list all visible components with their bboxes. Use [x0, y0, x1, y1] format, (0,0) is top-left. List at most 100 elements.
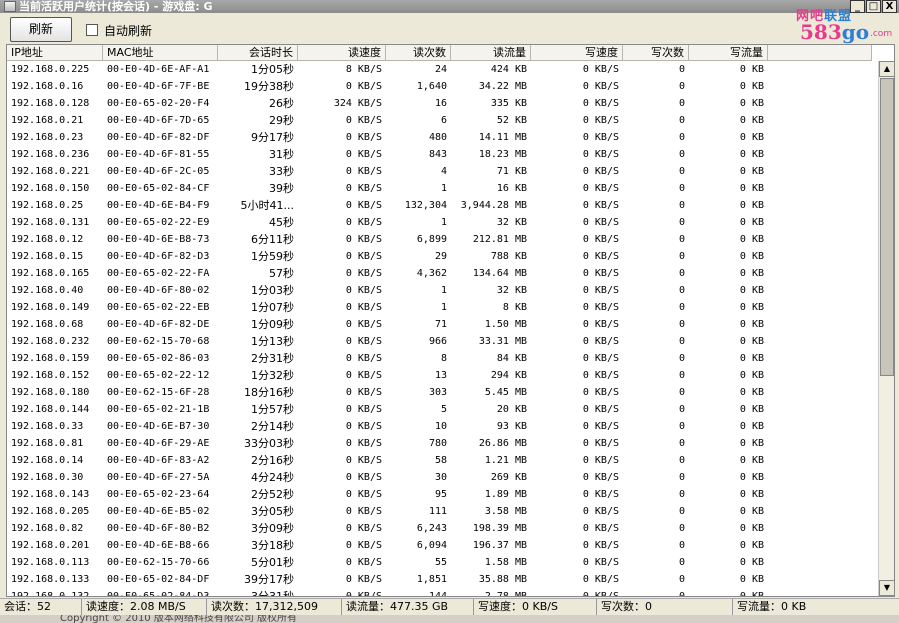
auto-refresh-option[interactable]: 自动刷新	[86, 23, 152, 38]
table-cell: 0 KB	[739, 523, 764, 534]
table-cell: 192.168.0.236	[11, 149, 90, 160]
column-header[interactable]: 读次数	[386, 45, 451, 61]
scroll-up-icon[interactable]: ▲	[879, 61, 894, 77]
table-cell: 0	[678, 132, 685, 143]
table-row[interactable]: 192.168.0.236 00-E0-4D-6F-81-55 31秒 0 KB/S 8…	[7, 146, 879, 163]
table-cell: 0 KB/S	[345, 421, 382, 432]
table-row[interactable]: 192.168.0.143 00-E0-65-02-23-64 2分52秒 0 KB/…	[7, 486, 879, 503]
table-row[interactable]: 192.168.0.149 00-E0-65-02-22-EB 1分07秒 0 KB/…	[7, 299, 879, 316]
table-row[interactable]: 192.168.0.225 00-E0-4D-6E-AF-A1 1分05秒 8 KB/…	[7, 61, 879, 78]
table-cell: 3.58 MB	[484, 506, 527, 517]
column-header[interactable]: MAC地址	[103, 45, 218, 61]
table-cell: 6分11秒	[251, 233, 294, 246]
column-header[interactable]: 写次数	[623, 45, 689, 61]
table-row[interactable]: 192.168.0.21 00-E0-4D-6F-7D-65 29秒 0 KB/S 6 5…	[7, 112, 879, 129]
table-cell: 1分05秒	[251, 63, 294, 76]
scroll-down-icon[interactable]: ▼	[879, 580, 894, 596]
vertical-scrollbar[interactable]: ▲ ▼	[878, 61, 894, 596]
table-cell: 4	[440, 166, 447, 177]
table-row[interactable]: 192.168.0.221 00-E0-4D-6F-2C-05 33秒 0 KB/S 4…	[7, 163, 879, 180]
table-cell: 192.168.0.144	[11, 404, 90, 415]
table-cell: 32 KB	[496, 217, 527, 228]
table-cell: 0 KB/S	[582, 455, 619, 466]
table-row[interactable]: 192.168.0.14 00-E0-4D-6F-83-A2 2分16秒 0 KB/S…	[7, 452, 879, 469]
table-row[interactable]: 192.168.0.128 00-E0-65-02-20-F4 26秒 324 KB/…	[7, 95, 879, 112]
table-cell: 0 KB	[739, 132, 764, 143]
table-row[interactable]: 192.168.0.165 00-E0-65-02-22-FA 57秒 0 KB/S 4…	[7, 265, 879, 282]
auto-refresh-checkbox[interactable]	[86, 24, 98, 36]
status-bar: 会话：52 读速度：2.08 MB/S 读次数：17,312,509 读流量：4…	[0, 598, 899, 616]
table-row[interactable]: 192.168.0.150 00-E0-65-02-84-CF 39秒 0 KB/S 1…	[7, 180, 879, 197]
table-cell: 0 KB/S	[582, 217, 619, 228]
table-cell: 303	[428, 387, 447, 398]
status-write-flow: 写流量：0 KB	[737, 600, 807, 613]
table-cell: 00-E0-65-02-21-1B	[107, 404, 210, 415]
column-header[interactable]: IP地址	[7, 45, 103, 61]
table-cell: 0 KB	[739, 472, 764, 483]
table-cell: 269 KB	[490, 472, 527, 483]
table-row[interactable]: 192.168.0.113 00-E0-62-15-70-66 5分01秒 0 KB/…	[7, 554, 879, 571]
table-cell: 324 KB/S	[333, 98, 382, 109]
table-row[interactable]: 192.168.0.152 00-E0-65-02-22-12 1分32秒 0 KB/…	[7, 367, 879, 384]
column-header[interactable]: 写流量	[689, 45, 768, 61]
table-cell: 0 KB/S	[345, 387, 382, 398]
table-row[interactable]: 192.168.0.25 00-E0-4D-6E-B4-F9 5小时41... 0 K…	[7, 197, 879, 214]
table-cell: 0 KB/S	[345, 319, 382, 330]
table-cell: 0	[678, 149, 685, 160]
table-cell: 0 KB/S	[582, 251, 619, 262]
toolbar: 刷新 自动刷新	[0, 13, 899, 44]
table-row[interactable]: 192.168.0.12 00-E0-4D-6E-B8-73 6分11秒 0 KB/S…	[7, 231, 879, 248]
table-cell: 3分18秒	[251, 539, 294, 552]
table-row[interactable]: 192.168.0.144 00-E0-65-02-21-1B 1分57秒 0 KB/…	[7, 401, 879, 418]
refresh-button[interactable]: 刷新	[10, 17, 72, 42]
table-row[interactable]: 192.168.0.23 00-E0-4D-6F-82-DF 9分17秒 0 KB/S…	[7, 129, 879, 146]
column-header[interactable]: 读流量	[451, 45, 531, 61]
table-cell: 0	[678, 404, 685, 415]
table-row[interactable]: 192.168.0.40 00-E0-4D-6F-80-02 1分03秒 0 KB/S…	[7, 282, 879, 299]
table-cell: 29秒	[269, 114, 294, 127]
table-cell: 6,094	[416, 540, 447, 551]
table-row[interactable]: 192.168.0.159 00-E0-65-02-86-03 2分31秒 0 KB/…	[7, 350, 879, 367]
table-row[interactable]: 192.168.0.30 00-E0-4D-6F-27-5A 4分24秒 0 KB/S…	[7, 469, 879, 486]
table-row[interactable]: 192.168.0.205 00-E0-4D-6E-B5-02 3分05秒 0 KB/…	[7, 503, 879, 520]
table-row[interactable]: 192.168.0.201 00-E0-4D-6E-B8-66 3分18秒 0 KB/…	[7, 537, 879, 554]
table-cell: 3,944.28 MB	[460, 200, 527, 211]
table-row[interactable]: 192.168.0.133 00-E0-65-02-84-DF 39分17秒 0 KB…	[7, 571, 879, 588]
table-row[interactable]: 192.168.0.81 00-E0-4D-6F-29-AE 33分03秒 0 KB/…	[7, 435, 879, 452]
table-row[interactable]: 192.168.0.232 00-E0-62-15-70-68 1分13秒 0 KB/…	[7, 333, 879, 350]
table-row[interactable]: 192.168.0.180 00-E0-62-15-6F-28 18分16秒 0 KB…	[7, 384, 879, 401]
table-cell: 192.168.0.152	[11, 370, 90, 381]
table-cell: 0 KB/S	[582, 98, 619, 109]
table-cell: 00-E0-62-15-70-68	[107, 336, 210, 347]
table-cell: 0 KB/S	[582, 285, 619, 296]
table-cell: 00-E0-62-15-6F-28	[107, 387, 210, 398]
column-header[interactable]: 读速度	[298, 45, 386, 61]
table-row[interactable]: 192.168.0.132 00-E0-65-02-84-D3 3分31秒 0 KB/…	[7, 588, 879, 597]
table-cell: 0 KB	[739, 574, 764, 585]
table-cell: 0	[678, 591, 685, 597]
table-cell: 4,362	[416, 268, 447, 279]
table-cell: 8	[440, 353, 447, 364]
table-row[interactable]: 192.168.0.131 00-E0-65-02-22-E9 45秒 0 KB/S 1…	[7, 214, 879, 231]
table-row[interactable]: 192.168.0.33 00-E0-4D-6E-B7-30 2分14秒 0 KB/S…	[7, 418, 879, 435]
table-row[interactable]: 192.168.0.15 00-E0-4D-6F-82-D3 1分59秒 0 KB/S…	[7, 248, 879, 265]
table-cell: 0	[678, 523, 685, 534]
table-cell: 52 KB	[496, 115, 527, 126]
title-bar: 当前活跃用户统计(按会话) - 游戏盘: G _ □ X	[0, 0, 899, 13]
table-row[interactable]: 192.168.0.16 00-E0-4D-6F-7F-BE 19分38秒 0 KB/…	[7, 78, 879, 95]
table-cell: 0 KB	[739, 115, 764, 126]
table-cell: 192.168.0.25	[11, 200, 84, 211]
table-cell: 45秒	[269, 216, 294, 229]
scrollbar-thumb[interactable]	[880, 78, 894, 376]
column-header[interactable]: 会话时长	[218, 45, 298, 61]
table-cell: 35.88 MB	[478, 574, 527, 585]
column-header[interactable]: 写速度	[531, 45, 623, 61]
table-cell: 0 KB/S	[345, 217, 382, 228]
table-row[interactable]: 192.168.0.68 00-E0-4D-6F-82-DE 1分09秒 0 KB/S…	[7, 316, 879, 333]
table-cell: 00-E0-4D-6F-80-B2	[107, 523, 210, 534]
table-cell: 0 KB/S	[582, 557, 619, 568]
table-cell: 0 KB	[739, 370, 764, 381]
table-cell: 0 KB/S	[582, 370, 619, 381]
table-row[interactable]: 192.168.0.82 00-E0-4D-6F-80-B2 3分09秒 0 KB/S…	[7, 520, 879, 537]
table-cell: 1分07秒	[251, 301, 294, 314]
